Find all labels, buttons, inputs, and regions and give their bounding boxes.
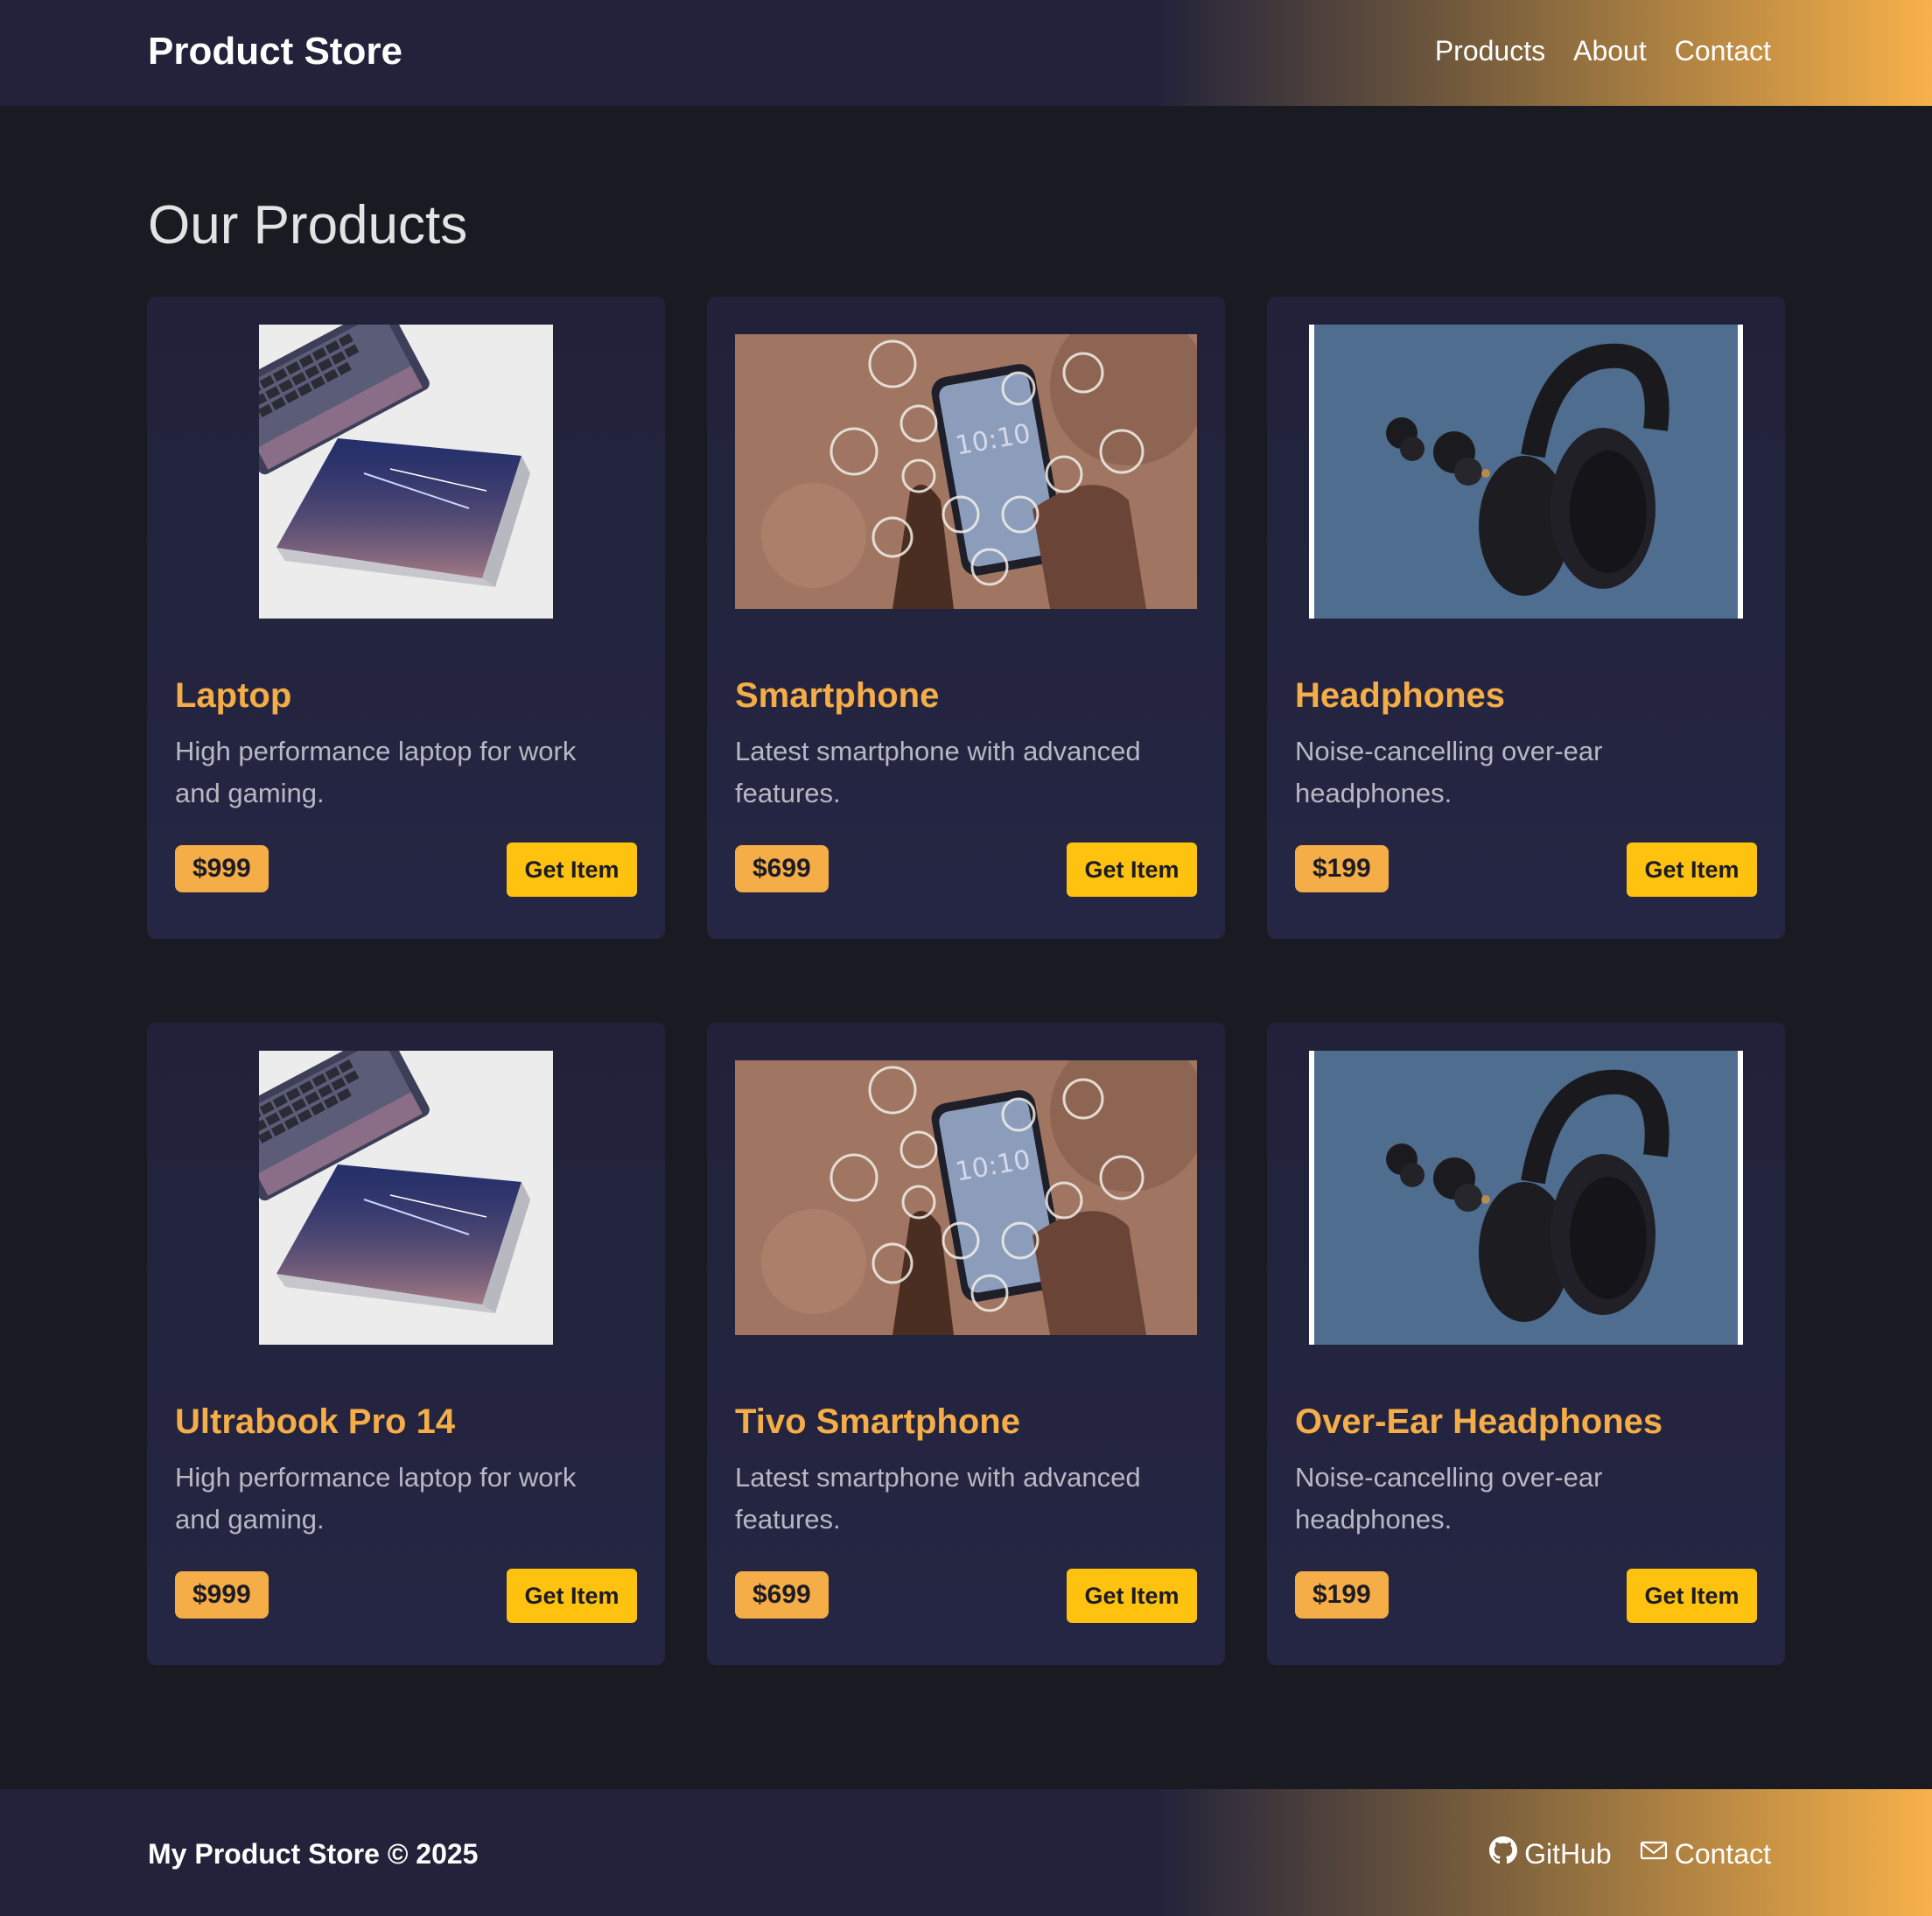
nav-products[interactable]: Products (1435, 35, 1545, 67)
product-image-frame (1295, 325, 1757, 619)
product-name: Smartphone (735, 676, 940, 715)
product-card: 10:10 (707, 1023, 1225, 1665)
price-badge: $199 (1295, 1571, 1389, 1619)
product-card: Headphones Noise-cancelling over-ear hea… (1267, 297, 1785, 939)
github-icon (1489, 1836, 1518, 1871)
contact-label: Contact (1674, 1837, 1771, 1870)
get-item-button[interactable]: Get Item (507, 1569, 637, 1623)
price-badge: $999 (175, 1571, 269, 1619)
product-card: 10:10 (707, 297, 1225, 939)
price-badge: $199 (1295, 845, 1389, 892)
page-title: Our Products (148, 195, 468, 255)
copyright-text: My Product Store © 2025 (148, 1838, 479, 1870)
get-item-button[interactable]: Get Item (1627, 1569, 1757, 1623)
laptop-image (259, 325, 553, 619)
product-card: Over-Ear Headphones Noise-cancelling ove… (1267, 1023, 1785, 1665)
product-name: Ultrabook Pro 14 (175, 1402, 456, 1441)
get-item-button[interactable]: Get Item (1067, 1569, 1197, 1623)
top-header: Product Store Products About Contact (0, 0, 1932, 106)
get-item-button[interactable]: Get Item (507, 843, 637, 897)
price-badge: $999 (175, 845, 269, 892)
product-card: Ultrabook Pro 14 High performance laptop… (147, 1023, 665, 1665)
product-image-frame (1295, 1051, 1757, 1345)
product-image-frame: 10:10 (735, 325, 1197, 619)
github-link[interactable]: GitHub (1489, 1836, 1612, 1871)
product-grid: Laptop High performance laptop for work … (147, 297, 1785, 1665)
get-item-button[interactable]: Get Item (1067, 843, 1197, 897)
product-name: Over-Ear Headphones (1295, 1402, 1663, 1441)
product-image-frame: 10:10 (735, 1051, 1197, 1345)
price-badge: $699 (735, 1571, 829, 1619)
product-image-frame (175, 1051, 637, 1345)
smartphone-image: 10:10 (735, 1060, 1197, 1335)
product-description: Noise-cancelling over-ear headphones. (1295, 736, 1603, 808)
product-name: Tivo Smartphone (735, 1402, 1020, 1441)
product-name: Headphones (1295, 676, 1506, 715)
get-item-button[interactable]: Get Item (1627, 843, 1757, 897)
product-description: High performance laptop for work and gam… (175, 1462, 577, 1535)
headphones-image (1309, 1051, 1743, 1345)
laptop-image (259, 1051, 553, 1345)
product-card: Laptop High performance laptop for work … (147, 297, 665, 939)
product-description: High performance laptop for work and gam… (175, 736, 577, 808)
footer-links: GitHub Contact (1489, 1836, 1771, 1871)
main-nav: Products About Contact (1435, 35, 1771, 67)
contact-link[interactable]: Contact (1640, 1836, 1771, 1871)
headphones-image (1309, 325, 1743, 619)
page-footer: My Product Store © 2025 GitHub Contact (0, 1789, 1932, 1916)
brand-logo[interactable]: Product Store (148, 30, 402, 73)
smartphone-image: 10:10 (735, 334, 1197, 609)
product-name: Laptop (175, 676, 292, 715)
product-description: Noise-cancelling over-ear headphones. (1295, 1462, 1603, 1535)
nav-contact[interactable]: Contact (1675, 35, 1771, 67)
mail-icon (1640, 1836, 1668, 1871)
github-label: GitHub (1524, 1837, 1612, 1870)
product-image-frame (175, 325, 637, 619)
nav-about[interactable]: About (1573, 35, 1647, 67)
product-description: Latest smartphone with advanced features… (735, 736, 1141, 808)
product-description: Latest smartphone with advanced features… (735, 1462, 1141, 1535)
price-badge: $699 (735, 845, 829, 892)
